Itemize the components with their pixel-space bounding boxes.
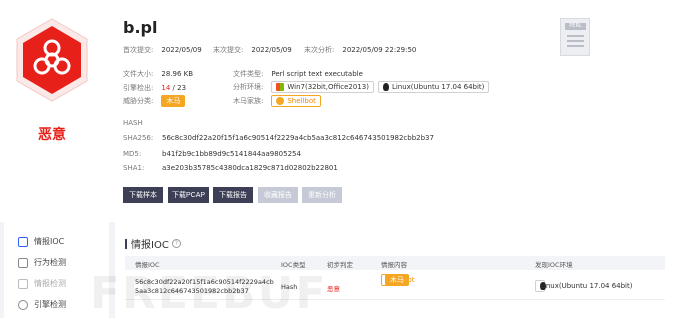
file-size: 文件大小: 28.96 KB <box>123 70 194 78</box>
file-name: b.pl <box>123 18 158 37</box>
biohazard-verdict-icon <box>16 18 88 102</box>
ioc-icon <box>18 236 28 247</box>
analysis-env: 分析环境: Win7(32bit,Office2013) Linux(Ubunt… <box>233 81 490 93</box>
windows-icon <box>276 83 285 91</box>
verdict-label: 恶意 <box>38 127 66 143</box>
watermark: FREEBUF <box>90 268 328 318</box>
linux-icon <box>382 83 389 91</box>
sidebar-item-intel-detect[interactable]: 情报检测 <box>18 278 66 289</box>
hash-title: HASH <box>123 119 143 127</box>
hash-md5: MD5: b41f2b9c1bb89d9c5141844aa9805254 <box>123 150 301 158</box>
perl-file-icon: PERL <box>560 18 590 56</box>
report-header: 恶意 b.pl 首次提交: 2022/05/09 末次提交: 2022/05/09 … <box>0 0 690 222</box>
help-icon[interactable]: ? <box>171 239 181 248</box>
first-submit: 首次提交: 2022/05/09 <box>123 46 202 54</box>
ioc-env-tag[interactable]: Linux(Ubuntu 17.04 64bit) <box>535 280 632 292</box>
behavior-icon <box>18 257 28 268</box>
env-win-tag[interactable]: Win7(32bit,Office2013) <box>271 81 374 93</box>
engine-detect: 引擎检出: 14 / 23 <box>123 84 187 92</box>
shellbot-icon <box>276 97 285 105</box>
engine-icon <box>18 299 28 310</box>
threat-class-tag[interactable]: 木马 <box>161 95 186 107</box>
hash-sha256: SHA256: 56c8c30df22a20f15f1a6c90514f2229a… <box>123 134 434 142</box>
threat-class: 威胁分类: 木马 <box>123 95 186 107</box>
last-submit: 末次提交: 2022/05/09 <box>213 46 292 54</box>
hash-sha1: SHA1: a3e203b35785c4380dca1829c871d02802b… <box>123 164 338 172</box>
ioc-section-title: 情报IOC? <box>125 236 181 251</box>
file-type: 文件类型: Perl script text executable <box>233 70 363 78</box>
reanalyze-button[interactable]: 重新分析 <box>302 187 342 203</box>
download-pcap-button[interactable]: 下载PCAP <box>168 187 209 203</box>
sidebar-item-behavior[interactable]: 行为检测 <box>18 257 66 268</box>
download-report-button[interactable]: 下载报告 <box>213 187 253 203</box>
save-report-button[interactable]: 收藏报告 <box>258 187 298 203</box>
download-sample-button[interactable]: 下载样本 <box>123 187 163 203</box>
family-tag[interactable]: Shellbot <box>271 95 321 107</box>
last-analysis: 末次分析: 2022/05/09 22:29:50 <box>304 46 417 54</box>
env-linux-tag[interactable]: Linux(Ubuntu 17.04 64bit) <box>377 81 490 93</box>
trojan-family: 木马家族: Shellbot <box>233 95 321 107</box>
sidebar-item-intel-ioc[interactable]: 情报IOC <box>18 236 64 247</box>
ioc-class-tag[interactable]: 木马 <box>385 274 409 286</box>
sidebar-item-engine[interactable]: 引擎检测 <box>18 299 66 310</box>
intel-icon <box>18 278 28 289</box>
